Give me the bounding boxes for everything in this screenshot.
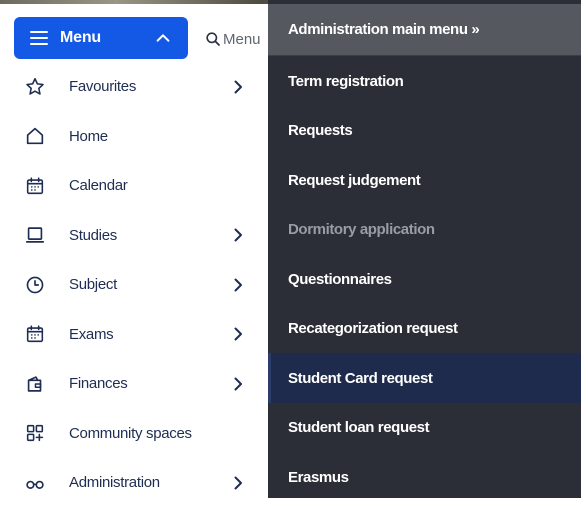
sidebar-item-label: Home bbox=[69, 127, 108, 145]
submenu-item-label: Erasmus bbox=[288, 468, 349, 486]
wallet-icon bbox=[27, 376, 42, 392]
home-icon bbox=[26, 128, 44, 145]
submenu-item-label: Student Card request bbox=[288, 369, 433, 387]
grid-plus-icon bbox=[26, 425, 44, 442]
calendar-exam-icon bbox=[26, 325, 44, 343]
menu-button-label: Menu bbox=[60, 29, 101, 46]
sidebar-item-label: Studies bbox=[69, 226, 117, 244]
submenu-item-label: Questionnaires bbox=[288, 270, 392, 288]
chevron-right-icon bbox=[234, 327, 242, 341]
clock-icon bbox=[26, 276, 44, 294]
submenu-item-label: Request judgement bbox=[288, 171, 421, 189]
sidebar-item-community-spaces[interactable]: Community spaces bbox=[0, 409, 268, 459]
submenu-item-questionnaires[interactable]: Questionnaires bbox=[268, 254, 581, 304]
chevron-up-icon bbox=[156, 34, 170, 42]
menu-search-input[interactable] bbox=[221, 30, 275, 48]
sidebar-item-label: Finances bbox=[69, 375, 128, 393]
sidebar-item-studies[interactable]: Studies bbox=[0, 211, 268, 261]
submenu-item-student-card-request[interactable]: Student Card request bbox=[268, 353, 581, 403]
submenu-item-erasmus[interactable]: Erasmus bbox=[268, 452, 581, 502]
glasses-icon bbox=[26, 480, 44, 489]
chevron-right-icon bbox=[234, 228, 242, 242]
administration-submenu-panel: Administration main menu » Term registra… bbox=[268, 0, 581, 498]
submenu-item-student-loan-request[interactable]: Student loan request bbox=[268, 403, 581, 453]
submenu-item-label: Student loan request bbox=[288, 419, 430, 436]
submenu-item-requests[interactable]: Requests bbox=[268, 106, 581, 156]
submenu-item-dormitory-application: Dormitory application bbox=[268, 205, 581, 255]
submenu-title: Administration main menu » bbox=[288, 21, 480, 38]
chevron-right-icon bbox=[234, 80, 242, 94]
sidebar-item-label: Exams bbox=[69, 325, 114, 343]
sidebar-item-home[interactable]: Home bbox=[0, 112, 268, 162]
sidebar-item-label: Calendar bbox=[69, 177, 128, 195]
chevron-right-icon bbox=[234, 278, 242, 292]
sidebar-item-label: Subject bbox=[69, 276, 117, 294]
sidebar-item-exams[interactable]: Exams bbox=[0, 310, 268, 360]
submenu-item-term-registration[interactable]: Term registration bbox=[268, 56, 581, 106]
laptop-icon bbox=[25, 227, 45, 243]
submenu-header-link[interactable]: Administration main menu » bbox=[268, 4, 581, 56]
submenu-item-label: Recategorization request bbox=[288, 320, 458, 337]
sidebar-item-label: Favourites bbox=[69, 78, 137, 96]
menu-toggle-button[interactable]: Menu bbox=[14, 17, 188, 59]
submenu-item-recategorization-request[interactable]: Recategorization request bbox=[268, 304, 581, 354]
sidebar-item-favourites[interactable]: Favourites bbox=[0, 62, 268, 112]
calendar-icon bbox=[26, 177, 44, 194]
sidebar-item-label: Administration bbox=[69, 474, 160, 492]
menu-search[interactable] bbox=[205, 27, 275, 51]
submenu-item-label: Dormitory application bbox=[288, 221, 435, 238]
submenu-item-label: Term registration bbox=[288, 72, 404, 90]
hamburger-icon bbox=[30, 31, 48, 45]
search-icon bbox=[206, 32, 220, 46]
sidebar-item-calendar[interactable]: Calendar bbox=[0, 161, 268, 211]
sidebar-item-subject[interactable]: Subject bbox=[0, 260, 268, 310]
sidebar-item-administration[interactable]: Administration bbox=[0, 458, 268, 508]
chevron-right-icon bbox=[234, 377, 242, 391]
sidebar-item-label: Community spaces bbox=[69, 424, 192, 442]
sidebar-item-finances[interactable]: Finances bbox=[0, 359, 268, 409]
star-icon bbox=[26, 77, 44, 95]
chevron-right-icon bbox=[234, 476, 242, 490]
submenu-item-request-judgement[interactable]: Request judgement bbox=[268, 155, 581, 205]
submenu-item-label: Requests bbox=[288, 122, 353, 139]
